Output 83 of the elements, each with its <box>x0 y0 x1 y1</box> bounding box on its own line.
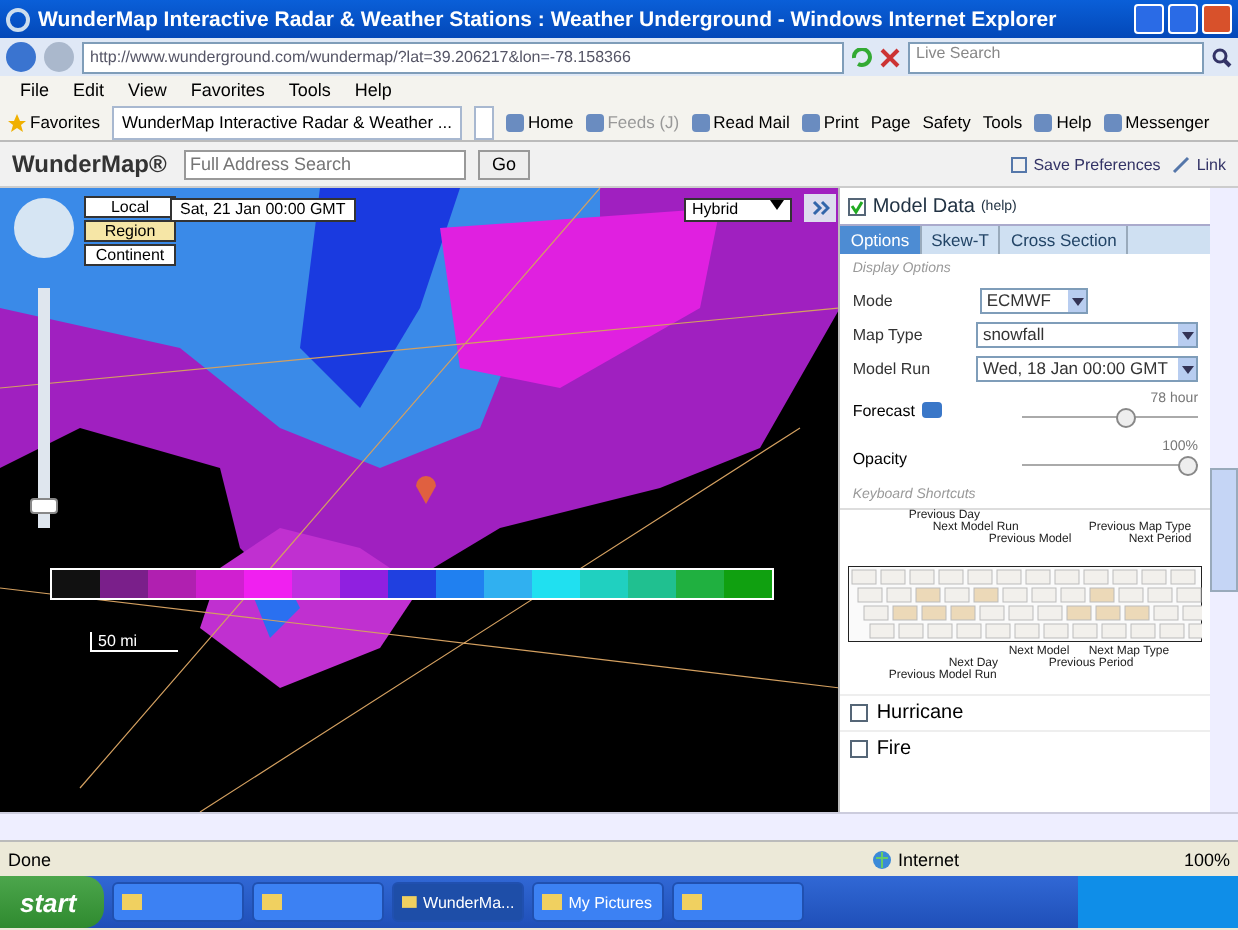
caret-icon <box>770 200 784 210</box>
window-icon <box>402 892 418 912</box>
map-type-dropdown[interactable]: Hybrid <box>684 198 792 222</box>
star-icon <box>8 113 26 131</box>
field-label: Map Type <box>852 326 925 344</box>
double-chevron-icon <box>811 200 829 216</box>
field-label: Model Run <box>852 360 933 378</box>
scrollbar-thumb[interactable] <box>1210 468 1238 592</box>
taskbar-button[interactable]: My Pictures <box>532 882 665 922</box>
search-icon <box>1212 47 1232 67</box>
select-field[interactable]: ECMWF <box>980 288 1089 314</box>
save-preferences-link[interactable]: Save Preferences <box>1033 155 1161 173</box>
menu-item[interactable]: Tools <box>288 80 331 100</box>
view-button[interactable]: Region <box>84 220 176 242</box>
checkbox[interactable] <box>850 704 869 722</box>
toolbar-button[interactable]: Tools <box>982 112 1023 132</box>
close-button[interactable] <box>1202 4 1232 34</box>
menu-item[interactable]: File <box>20 80 50 100</box>
refresh-icon <box>852 47 872 67</box>
taskbar-button[interactable]: WunderMa... <box>392 882 525 922</box>
window-icon <box>682 892 703 912</box>
toolbar-button[interactable]: Safety <box>922 112 971 132</box>
minimize-button[interactable] <box>1134 4 1164 34</box>
window-title: WunderMap Interactive Radar & Weather Stations : Weather Underground - Windows Internet Explorer <box>38 7 1059 31</box>
panel-title: Model Data <box>872 196 975 218</box>
go-button[interactable]: Go <box>478 149 531 179</box>
collapse-button[interactable] <box>804 194 836 222</box>
forecast-time-label: Sat, 21 Jan 00:00 GMT <box>170 198 356 222</box>
browser-tab[interactable]: WunderMap Interactive Radar & Weather ... <box>111 105 463 139</box>
view-button[interactable]: Local <box>84 196 176 218</box>
security-zone: Internet <box>897 849 959 869</box>
browser-icon <box>6 7 30 31</box>
stop-icon <box>880 47 900 67</box>
slider-label: Forecast <box>852 401 915 419</box>
back-button[interactable] <box>6 42 36 72</box>
toolbar-button[interactable]: Page <box>870 112 911 132</box>
address-search-field[interactable]: Full Address Search <box>184 149 466 179</box>
globe-icon <box>871 849 892 869</box>
view-button[interactable]: Continent <box>84 244 176 266</box>
horizontal-scrollbar[interactable] <box>0 812 1238 840</box>
panel-tab[interactable]: Cross Section <box>1000 226 1129 254</box>
zoom-slider-thumb[interactable] <box>30 498 58 515</box>
toolbar-button[interactable]: Messenger <box>1125 112 1210 132</box>
select-field[interactable]: snowfall <box>976 322 1199 348</box>
menu-item[interactable]: View <box>128 80 167 100</box>
checkbox[interactable] <box>848 198 867 216</box>
panel-tab[interactable]: Options <box>840 226 922 254</box>
layer-label: Hurricane <box>876 702 964 724</box>
map-scale: 50 mi <box>90 632 178 652</box>
toolbar-button[interactable]: Read Mail <box>713 112 790 132</box>
taskbar-button[interactable] <box>672 882 805 922</box>
checkbox[interactable] <box>850 740 869 758</box>
panel-tab[interactable]: Skew-T <box>921 226 1001 254</box>
maximize-button[interactable] <box>1168 4 1198 34</box>
location-pin-icon <box>414 472 438 504</box>
toolbar-button[interactable]: Home <box>528 112 574 132</box>
menu-item[interactable]: Edit <box>73 80 105 100</box>
status-text: Done <box>8 849 52 869</box>
vertical-scrollbar[interactable] <box>1210 188 1238 812</box>
link-button[interactable]: Link <box>1196 155 1226 173</box>
favorites-button[interactable]: Favorites <box>30 112 100 132</box>
window-icon <box>262 892 283 912</box>
layer-label: Fire <box>876 738 912 760</box>
taskbar-button[interactable] <box>252 882 385 922</box>
slider-thumb[interactable] <box>1115 408 1136 428</box>
save-icon <box>1009 155 1028 173</box>
menu-item[interactable]: Favorites <box>190 80 265 100</box>
toolbar-button[interactable]: Print <box>823 112 859 132</box>
play-button[interactable] <box>922 402 943 418</box>
search-field[interactable]: Live Search <box>908 41 1204 73</box>
slider-label: Opacity <box>852 449 907 467</box>
toolbar-button[interactable]: Help <box>1056 112 1092 132</box>
select-field[interactable]: Wed, 18 Jan 00:00 GMT <box>976 356 1199 382</box>
start-button[interactable]: start <box>0 876 105 928</box>
slider-thumb[interactable] <box>1178 456 1199 476</box>
zoom-level[interactable]: 100% <box>1183 849 1230 869</box>
window-icon <box>542 892 563 912</box>
field-label: Mode <box>852 292 895 310</box>
menu-item[interactable]: Help <box>354 80 392 100</box>
window-icon <box>122 892 143 912</box>
app-logo: WunderMap® <box>12 150 169 178</box>
address-field[interactable]: http://www.wunderground.com/wundermap/?lat=39.206217&lon=-78.158366 <box>82 41 844 73</box>
taskbar-button[interactable] <box>112 882 245 922</box>
